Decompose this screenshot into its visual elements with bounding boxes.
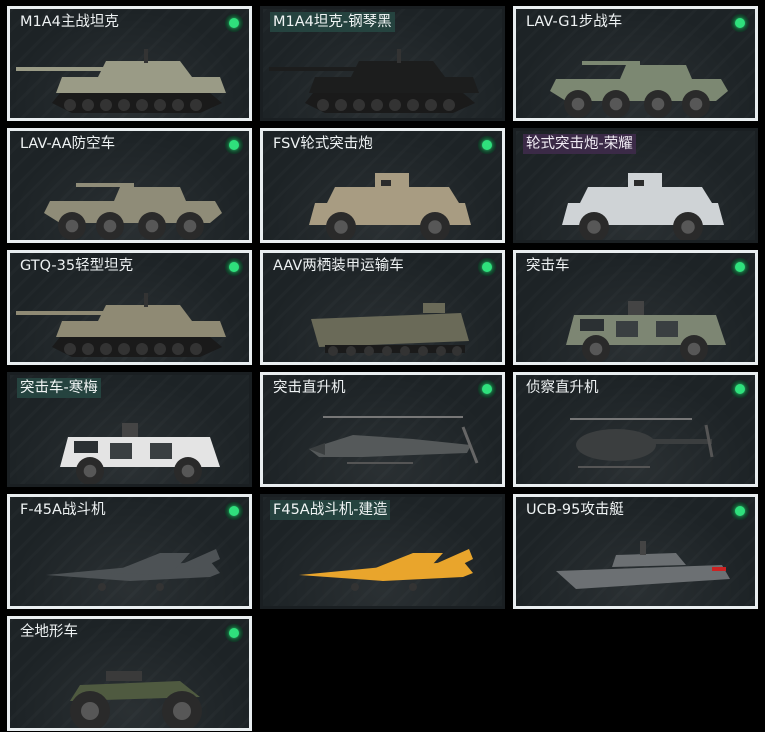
small-helicopter-vehicle-image (570, 418, 714, 468)
vehicle-card[interactable]: 轮式突击炮-荣耀 (513, 128, 758, 243)
truck-vehicle-image (566, 301, 726, 362)
vehicle-card[interactable]: AAV两栖装甲运输车 (260, 250, 505, 365)
vehicle-name: LAV-AA防空车 (20, 136, 116, 152)
vehicle-name: UCB-95攻击艇 (526, 502, 624, 518)
owned-check-icon (225, 624, 243, 642)
vehicle-name: FSV轮式突击炮 (273, 136, 373, 152)
owned-check-icon (731, 380, 749, 398)
vehicle-card[interactable]: F-45A战斗机 (7, 494, 252, 609)
jet-vehicle-image (299, 549, 473, 591)
owned-dot (482, 140, 492, 150)
vehicle-card[interactable]: UCB-95攻击艇 (513, 494, 758, 609)
vehicle-card[interactable]: 突击车-寒梅 (7, 372, 252, 487)
armored-car-vehicle-image (562, 173, 724, 240)
owned-check-icon (731, 14, 749, 32)
vehicle-name: 突击直升机 (273, 380, 346, 396)
vehicle-grid: M1A4主战坦克 M1A4坦克-钢琴黑 LAV-G1步战车 LAV-AA防空车 … (0, 0, 765, 732)
vehicle-card[interactable]: M1A4坦克-钢琴黑 (260, 6, 505, 121)
owned-check-icon (225, 502, 243, 520)
owned-check-icon (225, 14, 243, 32)
owned-check-icon (478, 136, 496, 154)
helicopter-vehicle-image (309, 416, 479, 464)
vehicle-name: F45A战斗机-建造 (270, 500, 391, 520)
vehicle-name: F-45A战斗机 (20, 502, 106, 518)
owned-check-icon (225, 258, 243, 276)
vehicle-name: 全地形车 (20, 624, 78, 640)
vehicle-card[interactable]: LAV-AA防空车 (7, 128, 252, 243)
vehicle-card[interactable]: 全地形车 (7, 616, 252, 731)
vehicle-card[interactable]: GTQ-35轻型坦克 (7, 250, 252, 365)
amphibious-vehicle-image (311, 303, 469, 356)
vehicle-card[interactable]: LAV-G1步战车 (513, 6, 758, 121)
vehicle-name: GTQ-35轻型坦克 (20, 258, 134, 274)
vehicle-card[interactable]: 突击直升机 (260, 372, 505, 487)
armored-car-vehicle-image (309, 173, 471, 240)
vehicle-card[interactable]: 突击车 (513, 250, 758, 365)
vehicle-card[interactable]: F45A战斗机-建造 (260, 494, 505, 609)
owned-dot (229, 628, 239, 638)
tank-vehicle-image (269, 49, 479, 113)
vehicle-name: M1A4主战坦克 (20, 14, 119, 30)
owned-dot (482, 384, 492, 394)
vehicle-name: 侦察直升机 (526, 380, 599, 396)
owned-dot (735, 18, 745, 28)
owned-dot (735, 384, 745, 394)
vehicle-name: 轮式突击炮-荣耀 (523, 134, 636, 154)
jet-vehicle-image (46, 549, 220, 591)
owned-check-icon (731, 258, 749, 276)
owned-dot (229, 18, 239, 28)
owned-check-icon (478, 258, 496, 276)
apc-vehicle-image (550, 61, 728, 118)
apc-vehicle-image (44, 183, 222, 240)
boat-vehicle-image (556, 541, 730, 589)
owned-dot (482, 262, 492, 272)
owned-dot (735, 262, 745, 272)
vehicle-name: 突击车-寒梅 (17, 378, 101, 398)
tank-vehicle-image (16, 49, 226, 113)
truck-vehicle-image (60, 423, 220, 484)
tank-vehicle-image (16, 293, 226, 357)
owned-dot (735, 506, 745, 516)
owned-dot (229, 140, 239, 150)
owned-dot (229, 262, 239, 272)
atv-vehicle-image (70, 671, 202, 728)
vehicle-name: 突击车 (526, 258, 570, 274)
owned-check-icon (478, 380, 496, 398)
vehicle-card[interactable]: FSV轮式突击炮 (260, 128, 505, 243)
owned-check-icon (731, 502, 749, 520)
owned-dot (229, 506, 239, 516)
vehicle-name: LAV-G1步战车 (526, 14, 623, 30)
owned-check-icon (225, 136, 243, 154)
vehicle-card[interactable]: M1A4主战坦克 (7, 6, 252, 121)
vehicle-name: AAV两栖装甲运输车 (273, 258, 404, 274)
vehicle-name: M1A4坦克-钢琴黑 (270, 12, 395, 32)
vehicle-card[interactable]: 侦察直升机 (513, 372, 758, 487)
